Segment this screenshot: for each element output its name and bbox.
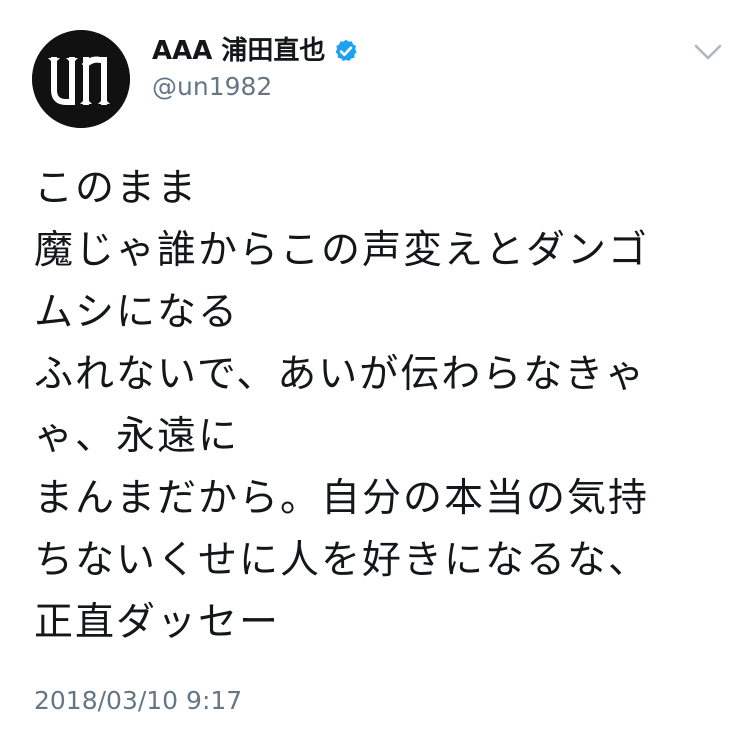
tweet-text-line: 魔じゃ誰からこの声変えとダンゴ <box>34 228 650 273</box>
tweet-header: AAA 浦田直也 @un1982 <box>152 34 632 104</box>
tweet-text-line: このまま <box>34 166 199 211</box>
tweet-text-line: まんまだから。自分の本当の気持 <box>34 476 650 521</box>
tweet-text-line: ゃ、永遠に <box>34 414 240 459</box>
chevron-down-icon[interactable] <box>690 38 726 66</box>
verified-badge-icon <box>333 38 359 64</box>
user-handle[interactable]: @un1982 <box>152 70 632 104</box>
avatar[interactable] <box>32 30 130 128</box>
display-name[interactable]: AAA 浦田直也 <box>152 34 325 68</box>
tweet-timestamp[interactable]: 2018/03/10 9:17 <box>34 684 242 718</box>
tweet-card: AAA 浦田直也 @un1982 このまま 魔じゃ誰からこの声変えとダンゴ ムシ… <box>0 0 749 737</box>
tweet-text-line: ムシになる <box>34 290 240 335</box>
tweet-text-line: 正直ダッセー <box>34 600 281 645</box>
tweet-text-line: ふれないで、あいが伝わらなきゃ <box>34 352 647 397</box>
un-logo-icon <box>32 30 130 128</box>
tweet-text-line: ちないくせに人を好きになるな、 <box>34 538 650 583</box>
tweet-text: このまま 魔じゃ誰からこの声変えとダンゴ ムシになる ふれないで、あいが伝わらな… <box>34 158 734 654</box>
name-row: AAA 浦田直也 <box>152 34 632 68</box>
